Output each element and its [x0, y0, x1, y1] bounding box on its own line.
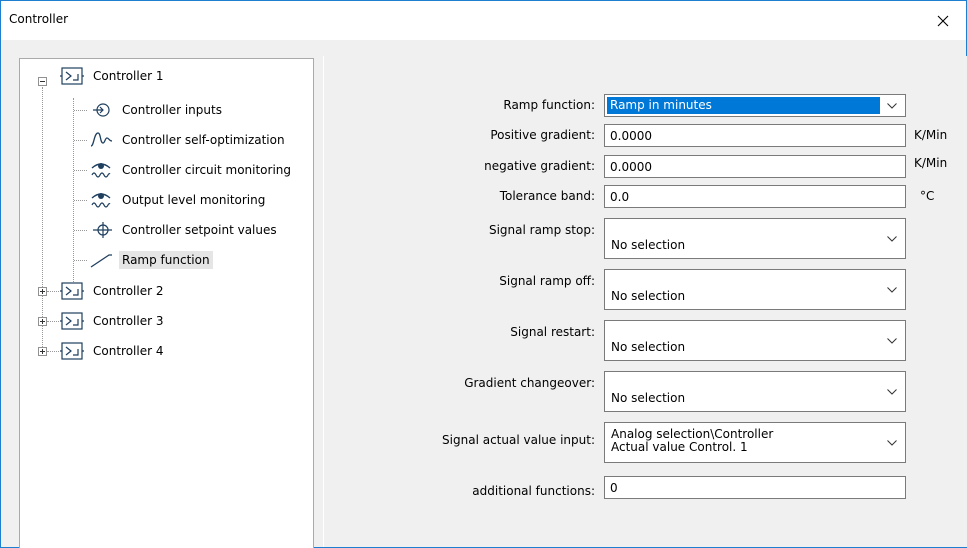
additional-functions-label: additional functions: [472, 484, 595, 498]
negative-gradient-value: 0.0000 [610, 160, 652, 174]
ramp-function-settings-panel: Ramp function: Ramp in minutes Positive … [323, 56, 967, 547]
tree-item-controller-3[interactable]: Controller 3 [60, 310, 166, 332]
tree-item-label: Controller circuit monitoring [122, 163, 292, 177]
dialog-client-area: Controller 1 Controller inputs Controlle… [1, 40, 967, 548]
signal-ramp-off-label: Signal ramp off: [499, 274, 595, 288]
oscillation-curve-icon [89, 130, 113, 150]
tree-item-label: Controller 2 [93, 284, 164, 298]
signal-restart-value: No selection [611, 340, 686, 354]
expand-controller-1-toggle[interactable] [38, 77, 47, 86]
negative-gradient-label: negative gradient: [484, 159, 595, 173]
tree-item-output-level-monitoring[interactable]: Output level monitoring [89, 189, 268, 211]
tree-item-label: Controller 4 [93, 344, 164, 358]
ramp-slope-icon [89, 250, 113, 270]
expand-controller-3-toggle[interactable] [38, 317, 47, 326]
signal-actual-value-input-select[interactable]: Analog selection\Controller Actual value… [604, 422, 906, 463]
tree-item-controller-setpoint-values[interactable]: Controller setpoint values [89, 219, 280, 241]
gradient-changeover-label: Gradient changeover: [464, 376, 595, 390]
chevron-down-icon [887, 440, 897, 446]
controller-block-icon [60, 311, 84, 331]
controller-block-icon [60, 66, 84, 86]
tree-item-controller-1[interactable]: Controller 1 [60, 65, 166, 87]
positive-gradient-unit: K/Min [914, 128, 948, 142]
navigation-tree: Controller 1 Controller inputs Controlle… [19, 58, 314, 548]
tree-item-label: Controller 1 [93, 69, 164, 83]
signal-ramp-stop-value: No selection [611, 238, 686, 252]
tree-item-ramp-function[interactable]: Ramp function [89, 249, 213, 271]
signal-actual-value-input-label: Signal actual value input: [442, 433, 595, 447]
signal-ramp-off-value: No selection [611, 289, 686, 303]
signal-actual-value-line-2: Actual value Control. 1 [611, 440, 748, 454]
signal-ramp-stop-select[interactable]: No selection [604, 218, 906, 259]
positive-gradient-value: 0.0000 [610, 129, 652, 143]
positive-gradient-input[interactable]: 0.0000 [604, 124, 906, 147]
expand-controller-4-toggle[interactable] [38, 347, 47, 356]
ramp-function-label: Ramp function: [503, 98, 595, 112]
tree-item-label: Controller 3 [93, 314, 164, 328]
chevron-down-icon [887, 103, 897, 109]
tolerance-band-label: Tolerance band: [499, 189, 595, 203]
close-icon [937, 15, 949, 26]
signal-restart-label: Signal restart: [510, 325, 595, 339]
negative-gradient-unit: K/Min [914, 156, 948, 170]
chevron-down-icon [887, 389, 897, 395]
tolerance-band-input[interactable]: 0.0 [604, 185, 906, 208]
tree-item-label: Output level monitoring [122, 193, 266, 207]
signal-actual-value-input-value: Analog selection\Controller Actual value… [611, 428, 773, 454]
signal-restart-select[interactable]: No selection [604, 320, 906, 361]
window-title: Controller [9, 12, 69, 26]
tolerance-band-value: 0.0 [610, 190, 630, 204]
title-bar: Controller [1, 1, 966, 40]
tree-item-controller-self-optimization[interactable]: Controller self-optimization [89, 129, 288, 151]
tree-item-label: Controller self-optimization [122, 133, 285, 147]
ramp-function-select[interactable]: Ramp in minutes [604, 94, 906, 117]
tree-item-controller-inputs[interactable]: Controller inputs [89, 99, 225, 121]
gradient-changeover-select[interactable]: No selection [604, 371, 906, 412]
tree-item-controller-2[interactable]: Controller 2 [60, 280, 166, 302]
negative-gradient-input[interactable]: 0.0000 [604, 155, 906, 178]
eye-monitoring-icon [89, 160, 113, 180]
close-button[interactable] [920, 1, 966, 40]
expand-controller-2-toggle[interactable] [38, 287, 47, 296]
controller-block-icon [60, 341, 84, 361]
ramp-function-value: Ramp in minutes [607, 97, 880, 114]
chevron-down-icon [887, 287, 897, 293]
signal-ramp-off-select[interactable]: No selection [604, 269, 906, 310]
eye-monitoring-icon [89, 190, 113, 210]
tree-item-label: Controller inputs [122, 103, 222, 117]
tree-item-label: Ramp function [119, 251, 213, 269]
input-arrow-icon [89, 100, 113, 120]
gradient-changeover-value: No selection [611, 391, 686, 405]
chevron-down-icon [887, 338, 897, 344]
chevron-down-icon [887, 236, 897, 242]
tree-item-controller-4[interactable]: Controller 4 [60, 340, 166, 362]
crosshair-target-icon [89, 220, 113, 240]
additional-functions-input[interactable]: 0 [604, 476, 906, 499]
tree-item-controller-circuit-monitoring[interactable]: Controller circuit monitoring [89, 159, 294, 181]
positive-gradient-label: Positive gradient: [490, 128, 595, 142]
controller-block-icon [60, 281, 84, 301]
tolerance-band-unit: °C [920, 189, 935, 203]
controller-window: Controller Controller 1 Controller input… [0, 0, 967, 548]
signal-ramp-stop-label: Signal ramp stop: [488, 223, 595, 237]
additional-functions-value: 0 [610, 481, 618, 495]
tree-item-label: Controller setpoint values [122, 223, 277, 237]
